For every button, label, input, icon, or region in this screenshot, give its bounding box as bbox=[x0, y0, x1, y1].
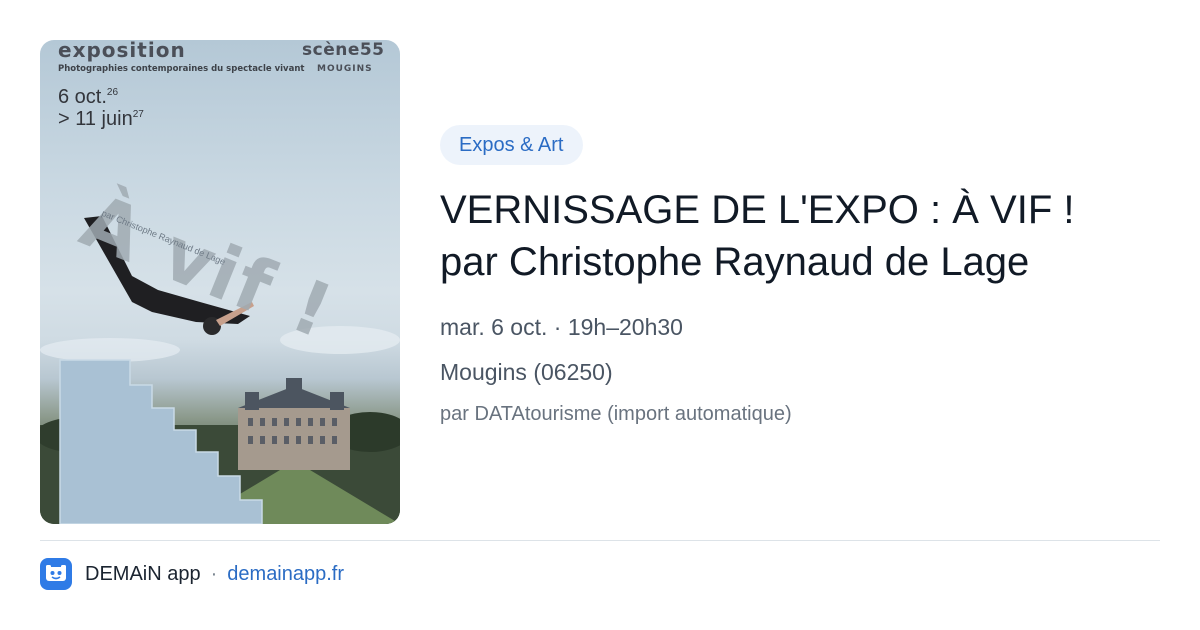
event-datetime: mar. 6 oct. · 19h–20h30 bbox=[440, 314, 683, 340]
poster-heading: exposition bbox=[58, 40, 186, 62]
footer-separator: · bbox=[210, 562, 218, 585]
app-domain-link[interactable]: demainapp.fr bbox=[227, 563, 344, 586]
event-title-line1: VERNISSAGE DE L'EXPO : À VIF ! bbox=[440, 188, 1075, 232]
event-poster-image: exposition Photographies contemporaines … bbox=[40, 40, 400, 524]
poster-subheading: Photographies contemporaines du spectacl… bbox=[58, 64, 305, 74]
event-location: Mougins (06250) bbox=[440, 359, 613, 385]
divider bbox=[40, 540, 1160, 541]
event-title-line2: par Christophe Raynaud de Lage bbox=[440, 240, 1030, 284]
event-title[interactable]: VERNISSAGE DE L'EXPO : À VIF ! par Chris… bbox=[440, 184, 1160, 288]
event-preview-card[interactable]: exposition Photographies contemporaines … bbox=[0, 0, 1200, 630]
footer: DEMAiN app · demainapp.fr bbox=[40, 558, 344, 590]
demain-app-icon[interactable] bbox=[40, 558, 72, 590]
poster-brand-logo: scène55 bbox=[302, 40, 385, 60]
category-tag[interactable]: Expos & Art bbox=[440, 125, 583, 165]
poster-date-start: 6 oct.26 bbox=[58, 86, 119, 108]
event-source: par DATAtourisme (import automatique) bbox=[440, 403, 792, 425]
poster-date-end: > 11 juin27 bbox=[58, 108, 144, 130]
poster-brand-sub: MOUGINS bbox=[317, 64, 373, 74]
app-name[interactable]: DEMAiN app bbox=[85, 563, 201, 586]
